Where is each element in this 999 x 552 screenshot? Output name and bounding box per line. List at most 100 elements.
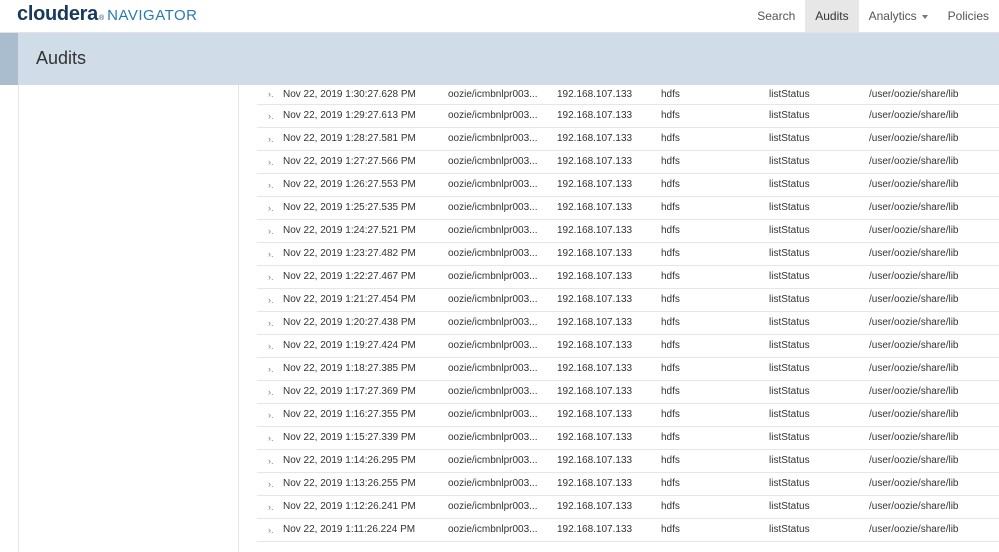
audit-operation: listStatus	[769, 133, 810, 144]
audit-time: Nov 22, 2019 1:15:27.339 PM	[283, 432, 416, 443]
audit-resource: /user/oozie/share/lib	[869, 202, 959, 213]
chevron-right-icon[interactable]: ›.	[268, 312, 280, 334]
chevron-right-icon[interactable]: ›.	[268, 243, 280, 265]
chevron-right-icon[interactable]: ›.	[268, 266, 280, 288]
chevron-right-icon[interactable]: ›.	[268, 151, 280, 173]
audit-time: Nov 22, 2019 1:22:27.467 PM	[283, 271, 416, 282]
chevron-right-icon[interactable]: ›.	[268, 427, 280, 449]
table-row[interactable]: ›. Nov 22, 2019 1:16:27.355 PM oozie/icmbn…	[257, 404, 999, 427]
table-row[interactable]: ›. Nov 22, 2019 1:22:27.467 PM oozie/icmbn…	[257, 266, 999, 289]
nav-analytics[interactable]: Analytics	[859, 0, 938, 32]
audit-resource: /user/oozie/share/lib	[869, 524, 959, 535]
audit-user: oozie/icmbnlpr003...	[448, 386, 538, 397]
table-row[interactable]: ›. Nov 22, 2019 1:20:27.438 PM oozie/icmbn…	[257, 312, 999, 335]
audit-user: oozie/icmbnlpr003...	[448, 110, 538, 121]
audit-service: hdfs	[661, 455, 680, 466]
audit-ip: 192.168.107.133	[557, 202, 633, 213]
audit-resource: /user/oozie/share/lib	[869, 386, 959, 397]
audit-operation: listStatus	[769, 409, 810, 420]
table-row[interactable]: ›. Nov 22, 2019 1:18:27.385 PM oozie/icmbn…	[257, 358, 999, 381]
audit-time: Nov 22, 2019 1:19:27.424 PM	[283, 340, 416, 351]
audit-user: oozie/icmbnlpr003...	[448, 363, 538, 374]
audit-operation: listStatus	[769, 202, 810, 213]
table-row[interactable]: ›. Nov 22, 2019 1:19:27.424 PM oozie/icmbn…	[257, 335, 999, 358]
table-row[interactable]: ›. Nov 22, 2019 1:25:27.535 PM oozie/icmbn…	[257, 197, 999, 220]
chevron-right-icon[interactable]: ›.	[268, 289, 280, 311]
audit-user: oozie/icmbnlpr003...	[448, 156, 538, 167]
audit-user: oozie/icmbnlpr003...	[448, 248, 538, 259]
table-row[interactable]: ›. Nov 22, 2019 1:23:27.482 PM oozie/icmbn…	[257, 243, 999, 266]
audit-resource: /user/oozie/share/lib	[869, 478, 959, 489]
chevron-right-icon[interactable]: ›.	[268, 197, 280, 219]
nav-audits[interactable]: Audits	[805, 0, 859, 32]
nav-search[interactable]: Search	[747, 0, 805, 32]
audit-results: ›. Nov 22, 2019 1:30:27.628 PM oozie/icmbn…	[239, 85, 999, 552]
table-row[interactable]: ›. Nov 22, 2019 1:21:27.454 PM oozie/icmbn…	[257, 289, 999, 312]
audit-operation: listStatus	[769, 478, 810, 489]
audit-ip: 192.168.107.133	[557, 432, 633, 443]
audit-time: Nov 22, 2019 1:26:27.553 PM	[283, 179, 416, 190]
audit-service: hdfs	[661, 271, 680, 282]
brand-logo[interactable]: cloudera ® NAVIGATOR	[17, 3, 198, 29]
audit-ip: 192.168.107.133	[557, 248, 633, 259]
chevron-right-icon[interactable]: ›.	[268, 381, 280, 403]
audit-user: oozie/icmbnlpr003...	[448, 133, 538, 144]
table-row[interactable]: ›. Nov 22, 2019 1:12:26.241 PM oozie/icmbn…	[257, 496, 999, 519]
table-row[interactable]: ›. Nov 22, 2019 1:30:27.628 PM oozie/icmbn…	[257, 85, 999, 105]
table-row[interactable]: ›. Nov 22, 2019 1:15:27.339 PM oozie/icmbn…	[257, 427, 999, 450]
chevron-right-icon[interactable]: ›.	[268, 404, 280, 426]
audit-user: oozie/icmbnlpr003...	[448, 89, 538, 100]
audit-time: Nov 22, 2019 1:30:27.628 PM	[283, 89, 416, 100]
audit-operation: listStatus	[769, 156, 810, 167]
table-row[interactable]: ›. Nov 22, 2019 1:28:27.581 PM oozie/icmbn…	[257, 128, 999, 151]
audit-ip: 192.168.107.133	[557, 501, 633, 512]
audit-time: Nov 22, 2019 1:20:27.438 PM	[283, 317, 416, 328]
table-row[interactable]: ›. Nov 22, 2019 1:13:26.255 PM oozie/icmbn…	[257, 473, 999, 496]
audit-time: Nov 22, 2019 1:24:27.521 PM	[283, 225, 416, 236]
filter-panel	[19, 85, 239, 552]
audit-resource: /user/oozie/share/lib	[869, 179, 959, 190]
top-navbar: cloudera ® NAVIGATOR Search Audits Analy…	[0, 0, 999, 33]
chevron-right-icon[interactable]: ›.	[268, 128, 280, 150]
table-row[interactable]: ›. Nov 22, 2019 1:24:27.521 PM oozie/icmbn…	[257, 220, 999, 243]
chevron-right-icon[interactable]: ›.	[268, 105, 280, 127]
audit-ip: 192.168.107.133	[557, 340, 633, 351]
audit-service: hdfs	[661, 202, 680, 213]
audit-ip: 192.168.107.133	[557, 89, 633, 100]
chevron-right-icon[interactable]: ›.	[268, 335, 280, 357]
brand-trademark: ®	[98, 15, 105, 22]
audit-time: Nov 22, 2019 1:27:27.566 PM	[283, 156, 416, 167]
audit-resource: /user/oozie/share/lib	[869, 248, 959, 259]
audit-service: hdfs	[661, 294, 680, 305]
table-row[interactable]: ›. Nov 22, 2019 1:26:27.553 PM oozie/icmbn…	[257, 174, 999, 197]
chevron-right-icon[interactable]: ›.	[268, 358, 280, 380]
audit-resource: /user/oozie/share/lib	[869, 501, 959, 512]
table-row[interactable]: ›. Nov 22, 2019 1:17:27.369 PM oozie/icmbn…	[257, 381, 999, 404]
audit-time: Nov 22, 2019 1:18:27.385 PM	[283, 363, 416, 374]
chevron-right-icon[interactable]: ›.	[268, 519, 280, 541]
audit-service: hdfs	[661, 386, 680, 397]
audit-service: hdfs	[661, 524, 680, 535]
chevron-right-icon[interactable]: ›.	[268, 220, 280, 242]
audit-service: hdfs	[661, 225, 680, 236]
table-row[interactable]: ›. Nov 22, 2019 1:14:26.295 PM oozie/icmbn…	[257, 450, 999, 473]
table-row[interactable]: ›. Nov 22, 2019 1:11:26.224 PM oozie/icmbn…	[257, 519, 999, 542]
audit-operation: listStatus	[769, 179, 810, 190]
audit-operation: listStatus	[769, 386, 810, 397]
audit-time: Nov 22, 2019 1:25:27.535 PM	[283, 202, 416, 213]
nav-policies[interactable]: Policies	[938, 0, 999, 32]
chevron-right-icon[interactable]: ›.	[268, 174, 280, 196]
audit-operation: listStatus	[769, 501, 810, 512]
audit-operation: listStatus	[769, 89, 810, 100]
audit-user: oozie/icmbnlpr003...	[448, 202, 538, 213]
chevron-right-icon[interactable]: ›.	[268, 85, 280, 104]
audit-ip: 192.168.107.133	[557, 317, 633, 328]
chevron-right-icon[interactable]: ›.	[268, 496, 280, 518]
audit-operation: listStatus	[769, 248, 810, 259]
audit-service: hdfs	[661, 179, 680, 190]
table-row[interactable]: ›. Nov 22, 2019 1:29:27.613 PM oozie/icmbn…	[257, 105, 999, 128]
chevron-right-icon[interactable]: ›.	[268, 450, 280, 472]
audit-time: Nov 22, 2019 1:12:26.241 PM	[283, 501, 416, 512]
table-row[interactable]: ›. Nov 22, 2019 1:27:27.566 PM oozie/icmbn…	[257, 151, 999, 174]
chevron-right-icon[interactable]: ›.	[268, 473, 280, 495]
